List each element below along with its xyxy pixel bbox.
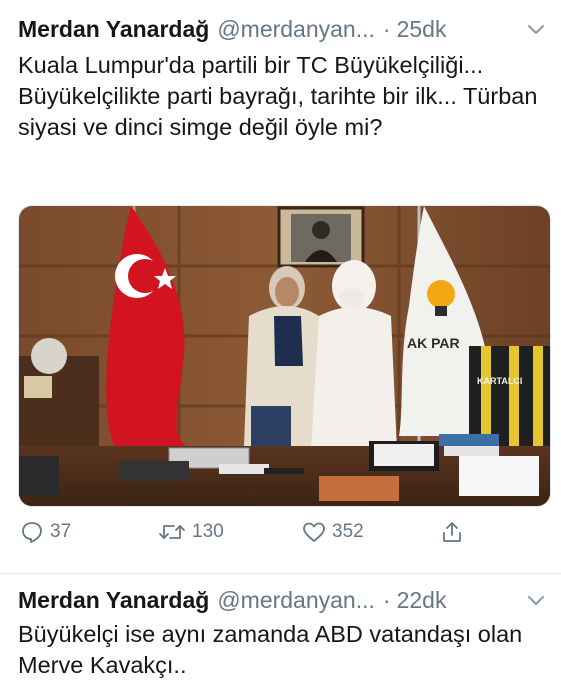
like-button[interactable]: 352 [302,520,364,544]
author-handle[interactable]: @merdanyan... [217,587,375,614]
reply-icon [22,522,42,543]
tweet-divider [0,573,561,574]
separator-dot: · [382,15,391,42]
chevron-down-icon[interactable] [525,18,547,40]
retweet-count: 130 [192,521,224,542]
photo-scene: AK PAR KARTALCI [19,206,550,506]
reply-count: 37 [50,521,72,542]
party-flag-text: AK PAR [407,335,460,351]
like-count: 352 [332,521,364,542]
retweet-button[interactable]: 130 [158,520,224,544]
author-handle[interactable]: @merdanyan... [217,16,375,43]
share-button[interactable] [440,520,464,544]
separator-dot: · [382,586,391,613]
share-icon [443,522,461,542]
tweet-header: Merdan Yanardağ @merdanyan... · 22dk [18,585,547,615]
author-name[interactable]: Merdan Yanardağ [18,587,209,614]
like-icon [303,522,325,542]
author-name[interactable]: Merdan Yanardağ [18,16,209,43]
reply-button[interactable]: 37 [20,520,71,544]
jersey-text: KARTALCI [477,376,522,386]
tweet-timestamp[interactable]: 25dk [397,16,447,43]
tweet-text: Kuala Lumpur'da partili bir TC Büyükelçi… [18,52,538,140]
tweet-actions: 37 130 352 [20,520,490,550]
retweet-icon [159,525,185,539]
tweet-header: Merdan Yanardağ @merdanyan... · 25dk [18,14,547,44]
tweet-timestamp[interactable]: 22dk [397,587,447,614]
chevron-down-icon[interactable] [525,589,547,611]
tweet-photo[interactable]: AK PAR KARTALCI [18,205,551,507]
tweet-text: Büyükelçi ise aynı zamanda ABD vatandaşı… [18,621,523,678]
